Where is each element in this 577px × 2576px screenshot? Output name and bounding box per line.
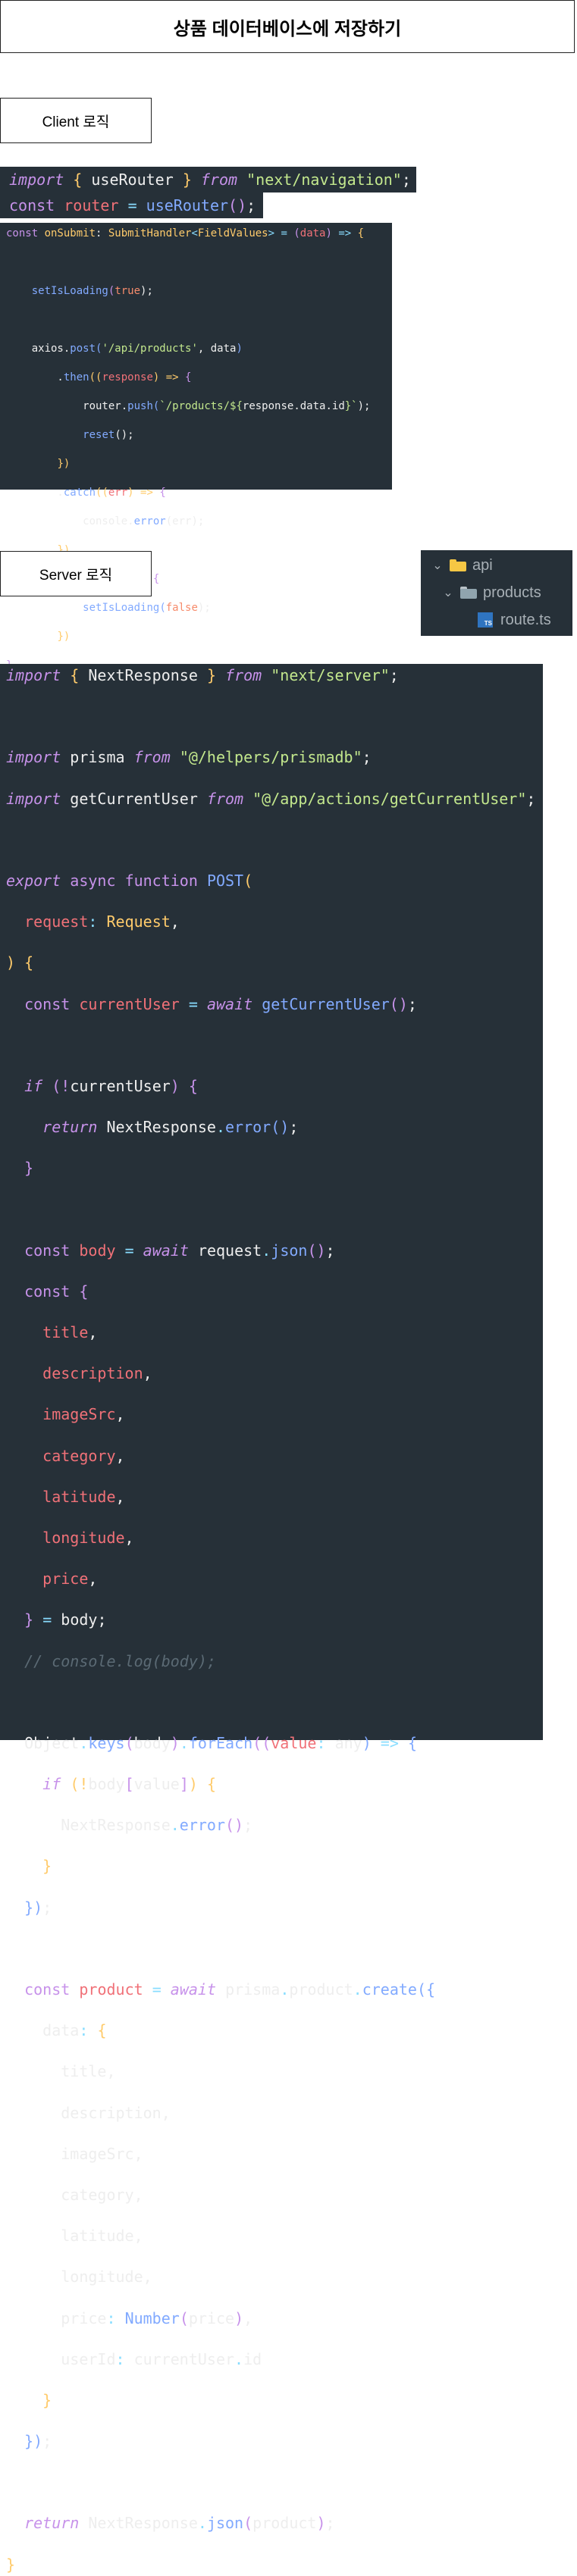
code-line: description, — [42, 1364, 152, 1383]
code-line: title, — [61, 2062, 116, 2081]
code-line: setIsLoading(false); — [83, 602, 211, 614]
code-line: if (!body[value]) { — [42, 1775, 217, 1794]
code-line: request: Request, — [24, 912, 180, 931]
code-line: latitude, — [61, 2227, 143, 2246]
tree-item-label: api — [472, 556, 493, 574]
folder-open-icon — [460, 587, 477, 599]
code-line: ) { — [6, 953, 34, 972]
code-line: } — [24, 1159, 34, 1178]
import-userouter-snippet: import { useRouter } from "next/navigati… — [0, 167, 416, 192]
code-line: description, — [61, 2103, 171, 2122]
code-line: const body = await request.json(); — [24, 1241, 335, 1260]
code-line: const { — [24, 1282, 89, 1301]
code-line: const currentUser = await getCurrentUser… — [24, 994, 417, 1013]
code-line: imageSrc, — [42, 1405, 125, 1424]
chevron-down-icon: ⌄ — [443, 587, 453, 599]
code-line: console.error(err); — [6, 515, 205, 527]
code-line: category, — [42, 1446, 125, 1465]
tree-item-label: route.ts — [500, 611, 551, 628]
code-line: data: { — [42, 2021, 107, 2040]
code-line: }); — [24, 2432, 52, 2451]
code-line: const product = await prisma.product.cre… — [24, 1980, 436, 1999]
code-line: .then((response) => { — [6, 371, 192, 383]
code-line: // console.log(body); — [24, 1651, 216, 1670]
code-line: }) — [57, 458, 71, 470]
code-line: return NextResponse.error(); — [42, 1118, 299, 1137]
code-line: longitude, — [42, 1528, 134, 1547]
code-line: if (!currentUser) { — [24, 1076, 198, 1095]
code-line: axios.post('/api/products', data) — [6, 343, 243, 355]
page-title: 상품 데이터베이스에 저장하기 — [0, 0, 575, 53]
code-line: const onSubmit: SubmitHandler<FieldValue… — [6, 227, 365, 239]
code-line: price, — [42, 1570, 98, 1588]
server-post-route-code: import { NextResponse } from "next/serve… — [0, 664, 543, 2574]
code-line: imageSrc, — [61, 2144, 143, 2163]
chevron-down-icon: ⌄ — [432, 559, 443, 572]
code-line: setIsLoading(true); — [31, 285, 153, 297]
file-explorer: ⌄ api ⌄ products TS route.ts — [421, 550, 572, 636]
code-line: Object.keys(body).forEach((value: any) =… — [24, 1733, 417, 1752]
code-line: }) — [57, 631, 71, 643]
code-line: .catch((err) => { — [6, 487, 166, 499]
code-line: import prisma from "@/helpers/prismadb"; — [6, 748, 372, 767]
code-line: userId: currentUser.id — [61, 2349, 262, 2368]
code-line: } = body; — [24, 1610, 107, 1629]
folder-open-icon — [450, 559, 466, 571]
tree-item-label: products — [483, 584, 541, 601]
code-line: router.push(`/products/${response.data.i… — [6, 400, 371, 412]
client-logic-label: Client 로직 — [0, 98, 152, 143]
code-line: export async function POST( — [6, 871, 253, 890]
code-line: } — [42, 2390, 52, 2409]
tree-item-api[interactable]: ⌄ api — [421, 552, 572, 579]
client-onsubmit-code: const onSubmit: SubmitHandler<FieldValue… — [0, 223, 392, 671]
code-line: reset(); — [83, 429, 134, 441]
code-line: latitude, — [42, 1487, 125, 1506]
typescript-file-icon: TS — [478, 612, 493, 628]
code-line: title, — [42, 1323, 98, 1341]
userouter-call-snippet: const router = useRouter(); — [0, 192, 263, 218]
code-line: }); — [24, 1898, 52, 1917]
code-line: } — [42, 1857, 52, 1876]
code-line: category, — [61, 2185, 143, 2204]
code-line: } — [6, 2555, 16, 2574]
tree-item-route-ts[interactable]: TS route.ts — [421, 606, 572, 634]
tree-item-products[interactable]: ⌄ products — [421, 579, 572, 606]
code-line: price: Number(price), — [61, 2308, 253, 2327]
code-line: longitude, — [61, 2268, 152, 2286]
server-logic-label: Server 로직 — [0, 551, 152, 596]
code-line: import getCurrentUser from "@/app/action… — [6, 789, 536, 808]
code-line: return NextResponse.json(product); — [24, 2514, 335, 2533]
code-line: import { NextResponse } from "next/serve… — [6, 666, 399, 684]
code-line: NextResponse.error(); — [61, 1816, 253, 1835]
